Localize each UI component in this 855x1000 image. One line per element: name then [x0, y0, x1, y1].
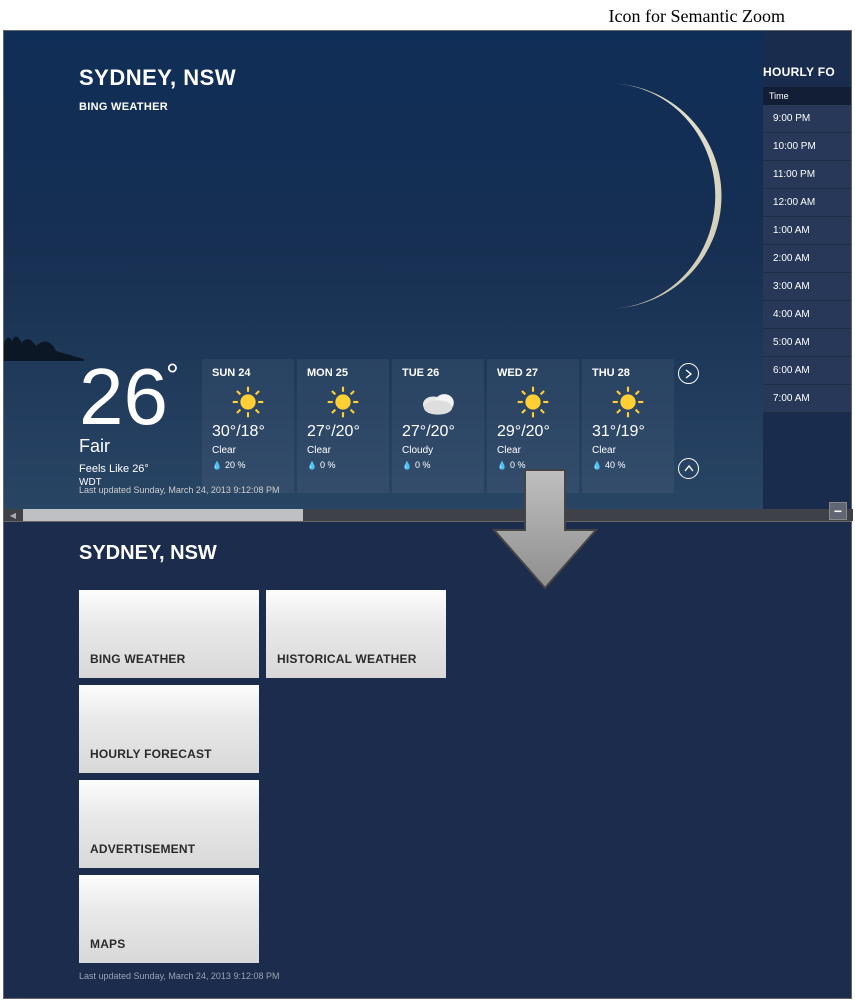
forecast-range: 27°/20° — [307, 423, 379, 441]
zoom-tile[interactable]: MAPS — [79, 875, 259, 963]
zoom-tile[interactable]: ADVERTISEMENT — [79, 780, 259, 868]
forecast-day: SUN 24 — [212, 367, 284, 379]
forecast-range: 30°/18° — [212, 423, 284, 441]
header-block: SYDNEY, NSW BING WEATHER — [79, 65, 236, 113]
hourly-title: HOURLY FO — [763, 31, 851, 87]
forecast-day: MON 25 — [307, 367, 379, 379]
caret-up-icon — [684, 464, 694, 474]
horizontal-scrollbar[interactable]: ◀ ▶ — [4, 509, 853, 521]
tile-row: MAPS — [79, 875, 446, 963]
forecast-day: THU 28 — [592, 367, 664, 379]
forecast-cond: Cloudy — [402, 445, 474, 456]
caption-text: Icon for Semantic Zoom — [609, 6, 785, 27]
tree-silhouette — [4, 331, 84, 361]
hourly-forecast-panel: HOURLY FO Time 9:00 PM10:00 PM11:00 PM12… — [763, 31, 851, 509]
forecast-card[interactable]: TUE 26 27°/20° Cloudy 0 % — [392, 359, 484, 493]
forecast-precip: 0 % — [402, 460, 474, 470]
temp-value: 26 — [79, 352, 168, 441]
zoom-tile[interactable]: BING WEATHER — [79, 590, 259, 678]
crescent-moon-icon — [484, 71, 734, 321]
arrow-right-icon — [684, 369, 694, 379]
hourly-row[interactable]: 5:00 AM — [763, 329, 851, 357]
forecast-next-button[interactable] — [678, 363, 699, 384]
scrollbar-thumb[interactable] — [23, 509, 303, 521]
city-title: SYDNEY, NSW — [79, 65, 236, 91]
hourly-row[interactable]: 7:00 AM — [763, 385, 851, 413]
sun-icon — [592, 383, 664, 421]
forecast-range: 29°/20° — [497, 423, 569, 441]
forecast-day: WED 27 — [497, 367, 569, 379]
weather-app-zoomed: SYDNEY, NSW BING WEATHERHISTORICAL WEATH… — [3, 521, 852, 999]
forecast-card[interactable]: SUN 24 30°/18° Clear 20 % — [202, 359, 294, 493]
hourly-row[interactable]: 3:00 AM — [763, 273, 851, 301]
scroll-left-button[interactable]: ◀ — [4, 509, 22, 521]
semantic-zoom-icon[interactable]: − — [829, 502, 847, 520]
degree-symbol: ° — [166, 357, 179, 393]
daily-forecast-strip: SUN 24 30°/18° Clear 20 % MON 25 27°/20° Clear… — [202, 359, 674, 493]
hourly-row[interactable]: 2:00 AM — [763, 245, 851, 273]
hourly-row[interactable]: 12:00 AM — [763, 189, 851, 217]
forecast-collapse-button[interactable] — [678, 458, 699, 479]
tile-row: HOURLY FORECAST — [79, 685, 446, 773]
sun-icon — [497, 383, 569, 421]
forecast-cond: Clear — [592, 445, 664, 456]
forecast-cond: Clear — [212, 445, 284, 456]
forecast-range: 31°/19° — [592, 423, 664, 441]
forecast-cond: Clear — [497, 445, 569, 456]
sun-icon — [212, 383, 284, 421]
current-conditions: 26° Fair Feels Like 26° WDT — [79, 361, 181, 488]
hourly-row[interactable]: 6:00 AM — [763, 357, 851, 385]
tile-row: ADVERTISEMENT — [79, 780, 446, 868]
sun-icon — [307, 383, 379, 421]
zoom-tile-grid: BING WEATHERHISTORICAL WEATHERHOURLY FOR… — [79, 590, 446, 970]
forecast-precip: 40 % — [592, 460, 664, 470]
forecast-card[interactable]: MON 25 27°/20° Clear 0 % — [297, 359, 389, 493]
hourly-row[interactable]: 10:00 PM — [763, 133, 851, 161]
zoom-tile[interactable]: HISTORICAL WEATHER — [266, 590, 446, 678]
forecast-precip: 20 % — [212, 460, 284, 470]
weather-app-main: SYDNEY, NSW BING WEATHER 26° Fair Feels … — [3, 30, 852, 522]
sky-background: SYDNEY, NSW BING WEATHER 26° Fair Feels … — [4, 31, 764, 509]
down-arrow-illustration — [490, 468, 600, 592]
current-temp: 26° — [79, 361, 181, 433]
hourly-row[interactable]: 1:00 AM — [763, 217, 851, 245]
forecast-nav — [678, 363, 699, 479]
last-updated: Last updated Sunday, March 24, 2013 9:12… — [79, 485, 279, 495]
cloud-icon — [402, 383, 474, 421]
hourly-time-header: Time — [763, 87, 851, 105]
forecast-precip: 0 % — [307, 460, 379, 470]
feels-like: Feels Like 26° — [79, 463, 181, 475]
zoom-last-updated: Last updated Sunday, March 24, 2013 9:12… — [79, 971, 279, 981]
zoom-tile[interactable]: HOURLY FORECAST — [79, 685, 259, 773]
hourly-row[interactable]: 11:00 PM — [763, 161, 851, 189]
forecast-range: 27°/20° — [402, 423, 474, 441]
forecast-cond: Clear — [307, 445, 379, 456]
hourly-row[interactable]: 4:00 AM — [763, 301, 851, 329]
app-name: BING WEATHER — [79, 101, 236, 113]
forecast-day: TUE 26 — [402, 367, 474, 379]
tile-row: BING WEATHERHISTORICAL WEATHER — [79, 590, 446, 678]
hourly-row[interactable]: 9:00 PM — [763, 105, 851, 133]
zoom-city-title: SYDNEY, NSW — [79, 542, 217, 565]
